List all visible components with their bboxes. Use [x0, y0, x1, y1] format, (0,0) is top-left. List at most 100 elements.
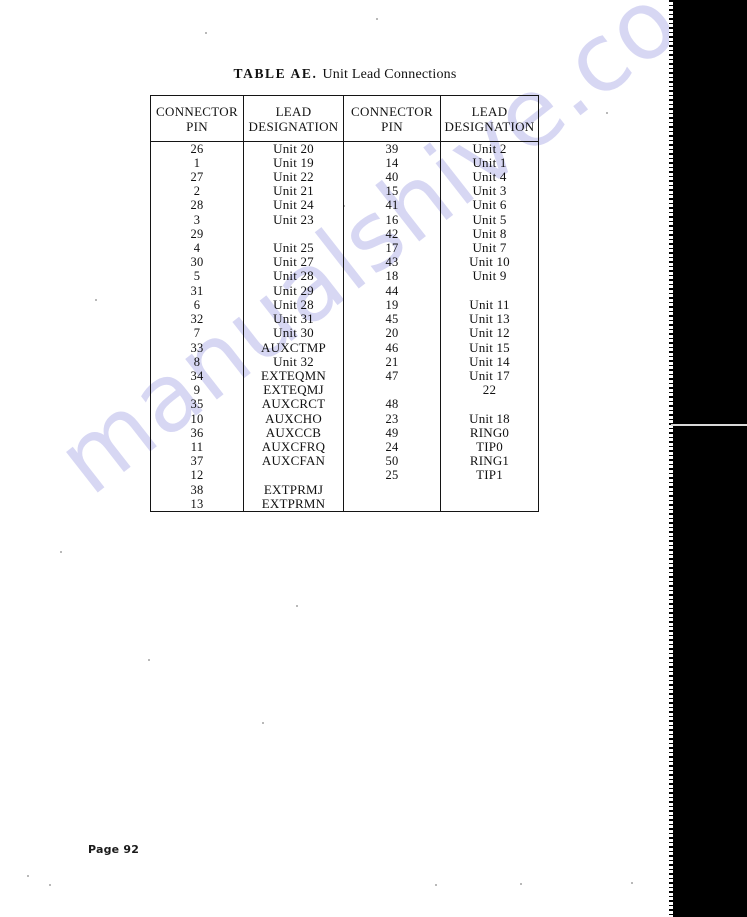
cell-lead-designation-1	[243, 226, 344, 242]
table-row: 38 EXTPRMJ	[150, 482, 539, 497]
cell-lead-designation-2: Unit 3	[472, 183, 507, 199]
cell-lead-designation-2: TIP1	[476, 467, 503, 483]
table-row: 27 Unit 22 40 Unit 4	[150, 169, 539, 185]
scan-shadow-band	[671, 0, 747, 917]
cell-connector-pin-2: 18	[343, 269, 441, 284]
cell-lead-designation-1: AUXCFAN	[243, 453, 344, 469]
cell-connector-pin-2: 41	[343, 198, 441, 213]
table-body: 26 Unit 20 39 Unit 2 1 Unit 19 14 Unit 1 27 Unit …	[150, 140, 539, 512]
column-header-connector-pin-1: CONNECTOR PIN	[150, 95, 244, 142]
cell-lead-designation-2: Unit 6	[472, 197, 507, 213]
cell-connector-pin-2: 23	[343, 411, 441, 426]
table-header-row: CONNECTOR PIN LEAD DESIGNATION CONNECTOR…	[150, 95, 539, 142]
cell-lead-designation-1: Unit 28	[243, 269, 344, 284]
cell-lead-designation-2: Unit 9	[472, 268, 507, 284]
cell-connector-pin-2: 39	[343, 141, 441, 156]
cell-connector-pin-2	[343, 383, 441, 398]
cell-lead-designation-1: AUXCRCT	[243, 397, 344, 412]
scan-speck	[376, 18, 378, 20]
table-row: 6 Unit 28 19 Unit 11	[150, 297, 539, 313]
cell-lead-designation-1: EXTEQMN	[243, 368, 344, 384]
cell-connector-pin-1: 27	[150, 170, 244, 185]
table-row: 37 AUXCFAN 50 RING1	[150, 453, 539, 469]
cell-lead-designation-2: Unit 5	[472, 211, 507, 227]
cell-connector-pin-2: 47	[343, 368, 441, 384]
cell-connector-pin-2: 25	[343, 468, 441, 483]
cell-lead-designation-2: Unit 2	[472, 140, 507, 156]
column-header-lead-designation-1: LEAD DESIGNATION	[243, 95, 344, 142]
cell-lead-designation-2: Unit 8	[472, 225, 507, 241]
cell-connector-pin-2	[343, 496, 441, 512]
cell-connector-pin-1: 31	[150, 283, 244, 298]
cell-connector-pin-2: 14	[343, 155, 441, 171]
table-row: 32 Unit 31 45 Unit 13	[150, 311, 539, 327]
table-row: 11 AUXCFRQ 24 TIP0	[150, 438, 539, 455]
cell-connector-pin-1: 38	[150, 482, 244, 497]
cell-lead-designation-1: Unit 30	[243, 326, 344, 341]
table-row: 36 AUXCCB 49 RING0	[150, 424, 539, 440]
unit-lead-connections-table: CONNECTOR PIN LEAD DESIGNATION CONNECTOR…	[150, 95, 539, 512]
header-line-1: LEAD	[275, 104, 312, 119]
table-row: 1 Unit 19 14 Unit 1	[150, 155, 539, 171]
table-row: 13 EXTPRMN	[150, 496, 539, 512]
cell-connector-pin-2: 49	[343, 425, 441, 440]
cell-lead-designation-2: TIP0	[476, 438, 503, 454]
table-caption: TABLE AE. Unit Lead Connections	[0, 66, 690, 83]
cell-lead-designation-2: Unit 7	[472, 240, 507, 256]
cell-connector-pin-2: 45	[343, 312, 441, 327]
cell-lead-designation-2: RING0	[469, 424, 510, 440]
cell-lead-designation-1: AUXCFRQ	[243, 439, 344, 455]
cell-lead-designation-2: 22	[482, 382, 497, 398]
table-row: 9 EXTEQMJ 22	[150, 382, 539, 398]
cell-lead-designation-1: Unit 29	[243, 283, 344, 298]
scan-speck	[49, 884, 51, 886]
cell-lead-designation-2	[441, 397, 539, 411]
cell-connector-pin-2: 21	[343, 354, 441, 369]
cell-lead-designation-1: Unit 27	[243, 255, 344, 270]
cell-connector-pin-1: 11	[150, 439, 244, 455]
scan-speck	[520, 883, 522, 885]
cell-lead-designation-1: Unit 21	[243, 184, 344, 199]
cell-connector-pin-1: 2	[150, 184, 244, 199]
cell-lead-designation-2: Unit 14	[469, 353, 510, 369]
cell-connector-pin-1: 35	[150, 397, 244, 412]
cell-connector-pin-2: 19	[343, 297, 441, 313]
cell-connector-pin-2	[343, 482, 441, 497]
cell-lead-designation-2: Unit 17	[469, 367, 510, 383]
header-line-2: PIN	[381, 119, 403, 135]
cell-connector-pin-1: 32	[150, 312, 244, 327]
cell-connector-pin-1: 12	[150, 468, 244, 483]
header-line-2: DESIGNATION	[248, 119, 339, 135]
cell-lead-designation-2: Unit 13	[469, 311, 510, 327]
cell-connector-pin-1: 37	[150, 454, 244, 469]
cell-connector-pin-2: 46	[343, 340, 441, 355]
cell-connector-pin-2: 48	[343, 397, 441, 412]
scan-speck	[435, 884, 437, 886]
page-number: Page 92	[88, 843, 140, 856]
cell-connector-pin-1: 1	[150, 155, 244, 171]
cell-lead-designation-1: Unit 31	[243, 311, 344, 327]
table-row: 2 Unit 21 15 Unit 3	[150, 183, 539, 199]
cell-connector-pin-1: 28	[150, 198, 244, 213]
cell-lead-designation-1: Unit 25	[243, 240, 344, 256]
table-row: 28 Unit 24 41 Unit 6	[150, 197, 539, 213]
table-row: 30 Unit 27 43 Unit 10	[150, 255, 539, 270]
header-line-1: CONNECTOR	[156, 104, 238, 119]
cell-lead-designation-1: Unit 20	[243, 141, 344, 156]
cell-connector-pin-1: 10	[150, 411, 244, 426]
scan-speck	[205, 32, 207, 34]
table-row: 29 42 Unit 8	[150, 225, 539, 242]
cell-connector-pin-2: 15	[343, 184, 441, 199]
table-row: 4 Unit 25 17 Unit 7	[150, 240, 539, 256]
cell-lead-designation-2: RING1	[469, 453, 510, 469]
scan-speck	[60, 551, 62, 553]
scan-speck	[148, 659, 150, 661]
table-row: 3 Unit 23 16 Unit 5	[150, 211, 539, 227]
scan-speck	[262, 722, 264, 724]
cell-lead-designation-2	[441, 483, 539, 497]
cell-lead-designation-1: Unit 19	[243, 155, 344, 171]
cell-connector-pin-2: 42	[343, 226, 441, 242]
cell-connector-pin-1: 3	[150, 212, 244, 227]
table-caption-title: Unit Lead Connections	[322, 67, 457, 82]
cell-connector-pin-1: 13	[150, 496, 244, 512]
